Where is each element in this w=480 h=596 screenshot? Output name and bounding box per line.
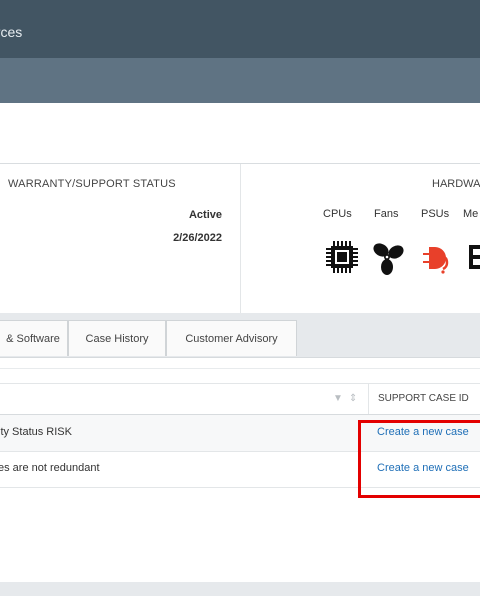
row-description: ity Status RISK	[0, 426, 72, 438]
divider	[0, 368, 480, 369]
tab-case-history[interactable]: Case History	[68, 320, 166, 356]
table-header: ▼⇕ SUPPORT CASE ID	[0, 383, 480, 416]
hw-label-memory: Me	[463, 208, 479, 220]
tab-firmware-software[interactable]: & Software	[0, 320, 68, 356]
highlight-box	[358, 420, 480, 498]
tabs-bar: & Software Case History Customer Advisor…	[0, 313, 480, 358]
memory-icon[interactable]	[465, 239, 480, 275]
warranty-status-value: Active	[188, 209, 222, 221]
hw-label-fans: Fans	[374, 208, 399, 220]
power-supply-icon[interactable]	[419, 239, 455, 275]
support-case-id-header[interactable]: SUPPORT CASE ID	[378, 393, 469, 404]
fan-icon[interactable]	[369, 239, 405, 275]
summary-panels: WARRANTY/SUPPORT STATUS Active 2/26/2022…	[0, 163, 480, 314]
warranty-title: WARRANTY/SUPPORT STATUS	[8, 178, 176, 190]
filter-sort-icons[interactable]: ▼⇕	[333, 393, 363, 404]
footer-bar	[0, 582, 480, 596]
hardware-title: HARDWAR	[432, 178, 480, 190]
cpu-icon[interactable]	[324, 239, 360, 275]
hw-label-cpus: CPUs	[323, 208, 352, 220]
row-description: es are not redundant	[0, 462, 100, 474]
top-nav-bar: urces	[0, 0, 480, 58]
warranty-panel: WARRANTY/SUPPORT STATUS Active 2/26/2022	[0, 164, 241, 314]
sub-header-bar	[0, 58, 480, 103]
warranty-date-value: 2/26/2022	[173, 232, 222, 244]
tab-customer-advisory[interactable]: Customer Advisory	[166, 320, 297, 356]
hardware-panel: HARDWAR CPUs Fans PSUs Me	[241, 164, 480, 314]
column-divider	[368, 384, 369, 414]
hw-label-psus: PSUs	[421, 208, 450, 220]
nav-item-resources[interactable]: urces	[0, 24, 22, 40]
